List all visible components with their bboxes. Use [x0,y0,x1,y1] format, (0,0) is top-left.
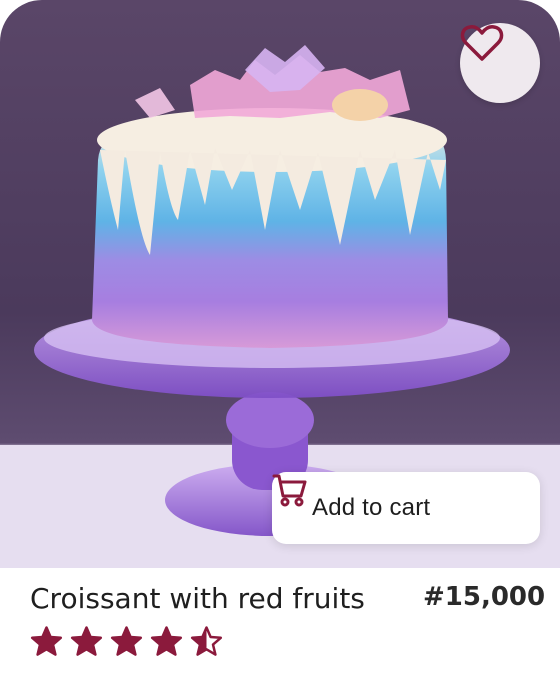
star-full-icon [110,626,143,656]
product-title: Croissant with red fruits [30,582,365,615]
star-half-icon [190,626,223,656]
product-card[interactable]: Add to cart Croissant with red fruits #1… [0,0,560,682]
add-to-cart-button[interactable]: Add to cart [272,472,540,544]
heart-icon [460,25,504,61]
add-to-cart-label: Add to cart [312,494,431,521]
cart-icon [272,474,307,507]
star-full-icon [70,626,103,656]
star-full-icon [30,626,63,656]
rating-stars [30,625,223,658]
product-image: Add to cart [0,0,560,568]
product-price: #15,000 [423,582,546,612]
star-full-icon [150,626,183,656]
favorite-button[interactable] [460,23,540,103]
